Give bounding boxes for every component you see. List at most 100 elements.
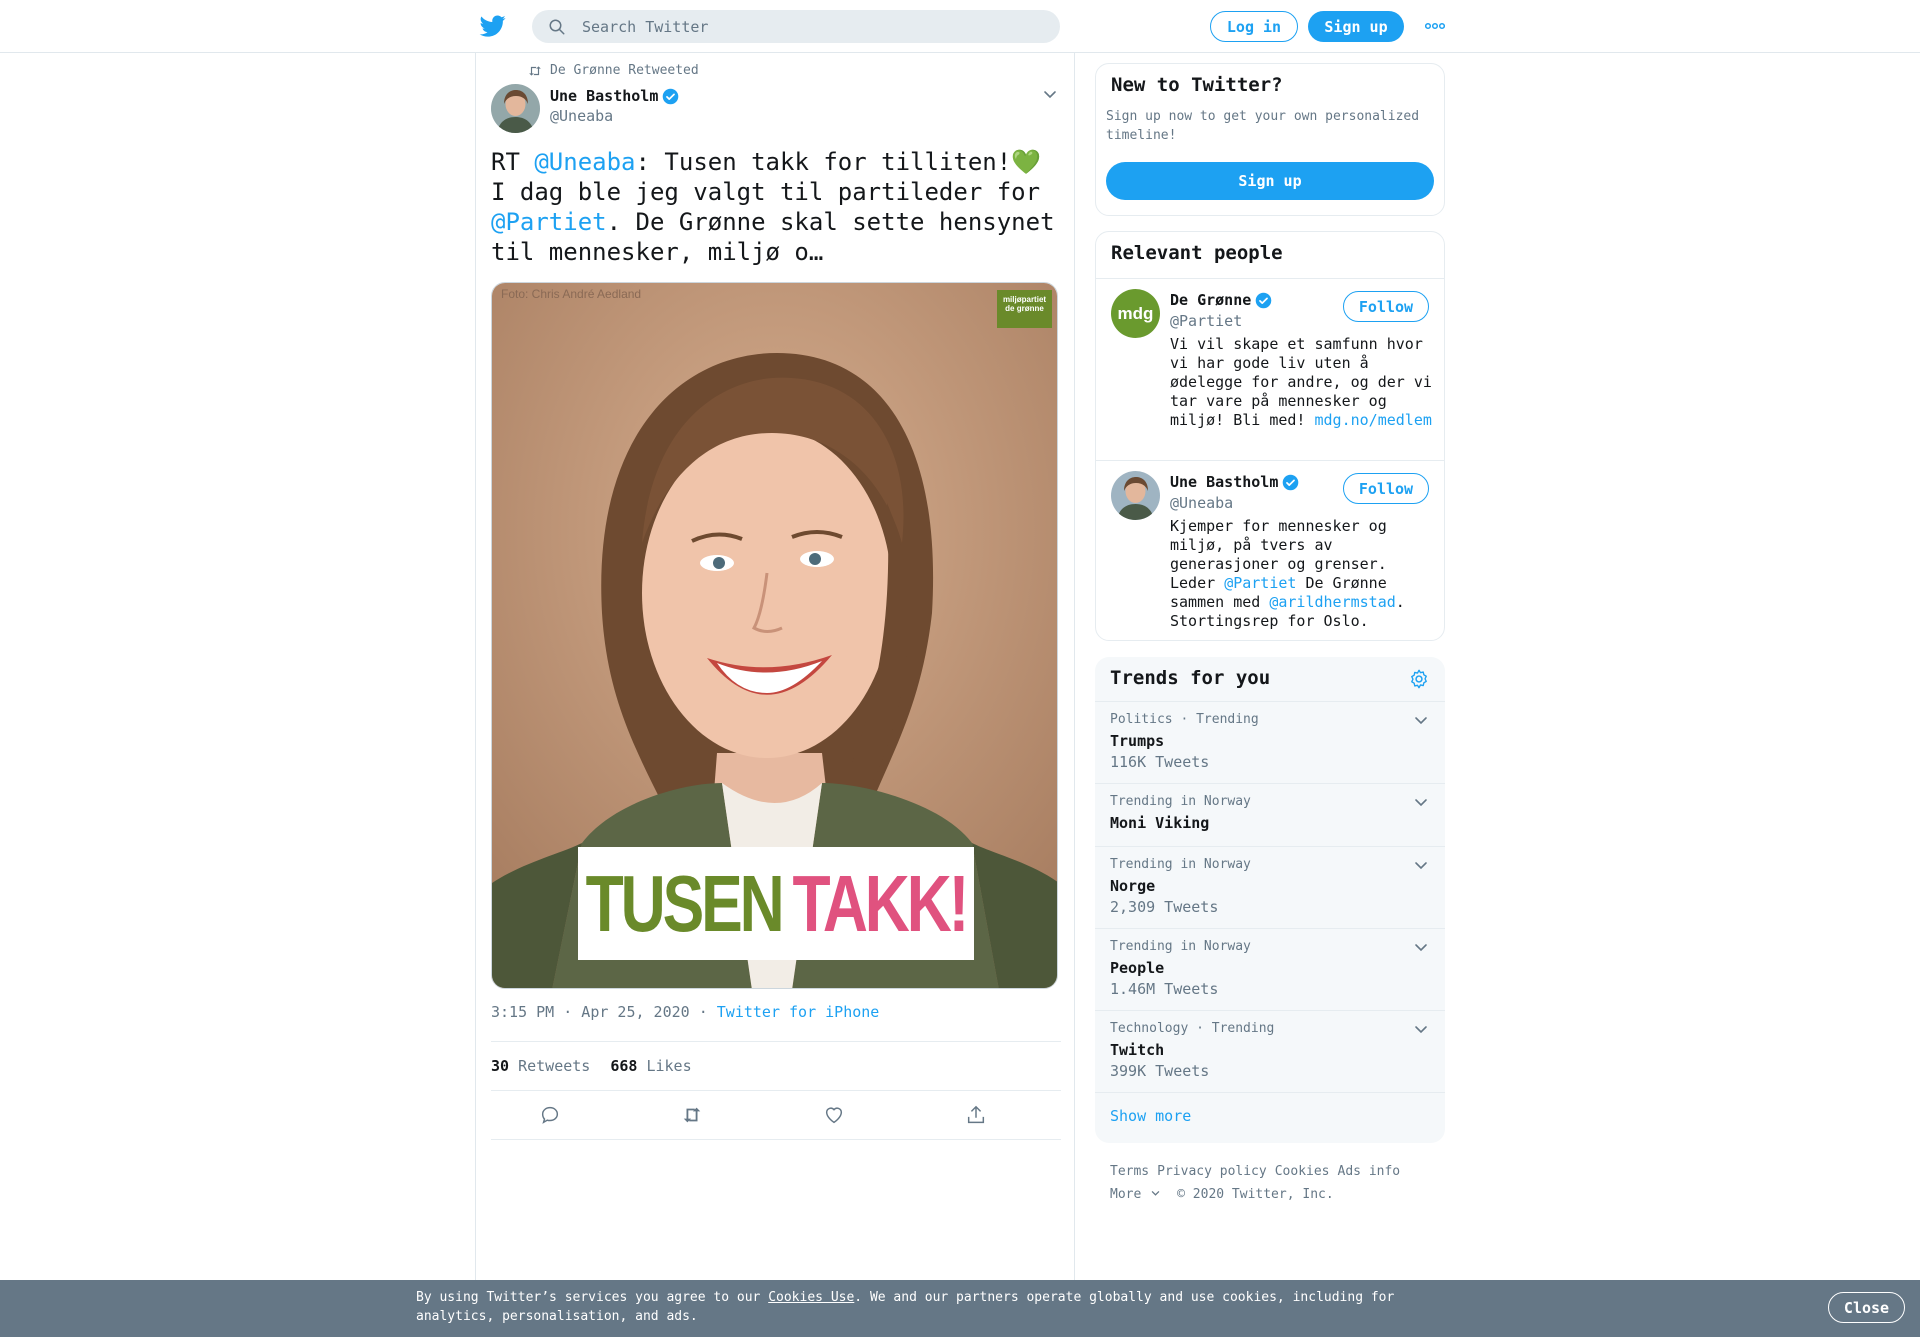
footer-link-ads-info[interactable]: Ads info (1338, 1164, 1401, 1179)
avatar[interactable] (1111, 471, 1160, 520)
person-name-text[interactable]: Une Bastholm (1170, 473, 1278, 491)
show-more-link[interactable]: Show more (1110, 1107, 1191, 1125)
chevron-down-icon[interactable] (1413, 939, 1429, 955)
trend-name[interactable]: Moni Viking (1110, 814, 1209, 832)
chevron-down-icon[interactable] (1413, 857, 1429, 873)
mention-link[interactable]: @Uneaba (534, 148, 635, 176)
banner-word-takk: TAKK! (792, 858, 969, 948)
person-handle[interactable]: @Uneaba (1170, 494, 1233, 512)
bio-link[interactable]: mdg.no/medlem (1315, 411, 1432, 429)
footer-more-menu[interactable]: More (1110, 1187, 1161, 1202)
trends-header: Trends for you (1095, 657, 1445, 702)
logo-line: de grønne (1005, 304, 1044, 313)
signup-button[interactable]: Sign up (1308, 11, 1404, 42)
trend-context: Trending in Norway (1110, 939, 1251, 954)
verified-badge-icon (663, 88, 679, 104)
green-heart-emoji: 💚 (1011, 148, 1042, 176)
author-name[interactable]: Une Bastholm (550, 87, 679, 105)
trends-card: Trends for you Politics · Trending Trump… (1095, 657, 1445, 1143)
retweet-small-icon (529, 65, 541, 76)
close-button[interactable]: Close (1828, 1292, 1905, 1323)
person-name-text[interactable]: De Grønne (1170, 291, 1251, 309)
trend-name[interactable]: Trumps (1110, 732, 1164, 750)
author-name-text[interactable]: Une Bastholm (550, 87, 658, 105)
sidebar-signup-button[interactable]: Sign up (1106, 162, 1434, 200)
trend-name[interactable]: Norge (1110, 877, 1155, 895)
author-avatar[interactable] (491, 84, 540, 133)
retweet-context: De Grønne Retweeted (528, 63, 699, 78)
trend-item[interactable]: Politics · Trending Trumps 116K Tweets (1095, 702, 1445, 784)
trend-count: 1.46M Tweets (1110, 980, 1219, 998)
retweet-icon[interactable] (681, 1104, 703, 1126)
footer-link-privacy[interactable]: Privacy policy (1157, 1164, 1267, 1179)
relevant-people-card: Relevant people mdg De Grønne @Partiet F… (1095, 231, 1445, 641)
more-options-icon[interactable] (1425, 20, 1445, 32)
tweet-text-part: I dag ble jeg valgt til partileder for (491, 178, 1041, 206)
chevron-down-icon[interactable] (1413, 1021, 1429, 1037)
person-bio: Vi vil skape et samfunn hvor vi har gode… (1170, 335, 1435, 430)
footer-link-cookies[interactable]: Cookies (1275, 1164, 1330, 1179)
tweet-image[interactable]: Foto: Chris André Aedland miljøpartiet d… (491, 282, 1058, 989)
top-bar: Search Twitter Log in Sign up (0, 0, 1920, 53)
tweet-timestamp[interactable]: 3:15 PM · Apr 25, 2020 (491, 1003, 690, 1021)
retweeted-by-label[interactable]: De Grønne Retweeted (550, 63, 699, 78)
cookie-text-before: By using Twitter’s services you agree to… (416, 1290, 769, 1305)
copyright: © 2020 Twitter, Inc. (1177, 1187, 1334, 1202)
likes-count: 668 (610, 1057, 638, 1075)
chevron-down-icon[interactable] (1413, 712, 1429, 728)
share-icon[interactable] (965, 1104, 987, 1126)
trend-name[interactable]: People (1110, 959, 1164, 977)
tweet-text-part: : Tusen takk for tilliten! (635, 148, 1012, 176)
bio-mention-link[interactable]: @arildhermstad (1269, 593, 1395, 611)
tweet-text: RT @Uneaba: Tusen takk for tilliten!💚 I … (491, 147, 1061, 267)
person-card[interactable]: Une Bastholm @Uneaba Follow Kjemper for … (1096, 461, 1444, 641)
trend-count: 399K Tweets (1110, 1062, 1210, 1080)
new-to-twitter-subtitle: Sign up now to get your own personalized… (1106, 109, 1420, 143)
login-button[interactable]: Log in (1210, 11, 1298, 42)
tweet-stats: 30 Retweets 668 Likes (491, 1041, 1061, 1091)
follow-button[interactable]: Follow (1343, 291, 1429, 322)
person-name[interactable]: Une Bastholm (1170, 473, 1299, 491)
trend-count: 2,309 Tweets (1110, 898, 1219, 916)
trends-title: Trends for you (1110, 667, 1271, 689)
reply-icon[interactable] (539, 1104, 561, 1126)
footer-link-terms[interactable]: Terms (1110, 1164, 1149, 1179)
mention-link[interactable]: @Partiet (491, 208, 607, 236)
person-name[interactable]: De Grønne (1170, 291, 1272, 309)
trend-item[interactable]: Trending in Norway Moni Viking (1095, 784, 1445, 847)
retweets-count: 30 (491, 1057, 510, 1075)
verified-badge-icon (1283, 474, 1299, 490)
banner-word-tusen: TUSEN (585, 858, 785, 948)
trend-name[interactable]: Twitch (1110, 1041, 1164, 1059)
gear-icon[interactable] (1408, 668, 1430, 690)
chevron-down-icon[interactable] (1042, 86, 1058, 102)
new-to-twitter-title: New to Twitter? (1111, 74, 1283, 96)
author-handle[interactable]: @Uneaba (550, 107, 613, 125)
likes-stat[interactable]: 668 Likes (610, 1057, 691, 1075)
person-handle[interactable]: @Partiet (1170, 312, 1242, 330)
tweet-metadata: 3:15 PM · Apr 25, 2020 · Twitter for iPh… (491, 1003, 879, 1021)
trend-context: Politics · Trending (1110, 712, 1259, 727)
trend-context: Technology · Trending (1110, 1021, 1275, 1036)
likes-label: Likes (646, 1057, 692, 1075)
like-heart-icon[interactable] (823, 1104, 845, 1126)
cookies-use-link[interactable]: Cookies Use (768, 1290, 854, 1305)
trend-item[interactable]: Technology · Trending Twitch 399K Tweets (1095, 1011, 1445, 1093)
search-bar[interactable]: Search Twitter (532, 10, 1060, 43)
search-input[interactable]: Search Twitter (582, 18, 708, 36)
trend-item[interactable]: Trending in Norway Norge 2,309 Tweets (1095, 847, 1445, 929)
person-bio: Kjemper for mennesker og miljø, på tvers… (1170, 517, 1435, 631)
twitter-logo-icon[interactable] (479, 13, 507, 39)
retweets-stat[interactable]: 30 Retweets (491, 1057, 590, 1075)
verified-badge-icon (1255, 292, 1272, 308)
person-card[interactable]: mdg De Grønne @Partiet Follow Vi vil ska… (1096, 278, 1444, 461)
relevant-people-title: Relevant people (1111, 242, 1283, 264)
follow-button[interactable]: Follow (1343, 473, 1429, 504)
tweet-source-link[interactable]: Twitter for iPhone (717, 1003, 880, 1021)
footer-more-label[interactable]: More (1110, 1187, 1141, 1202)
chevron-down-icon[interactable] (1413, 794, 1429, 810)
bio-mention-link[interactable]: @Partiet (1224, 574, 1296, 592)
avatar[interactable]: mdg (1111, 289, 1160, 338)
trend-item[interactable]: Trending in Norway People 1.46M Tweets (1095, 929, 1445, 1011)
cookie-banner: By using Twitter’s services you agree to… (0, 1280, 1920, 1337)
